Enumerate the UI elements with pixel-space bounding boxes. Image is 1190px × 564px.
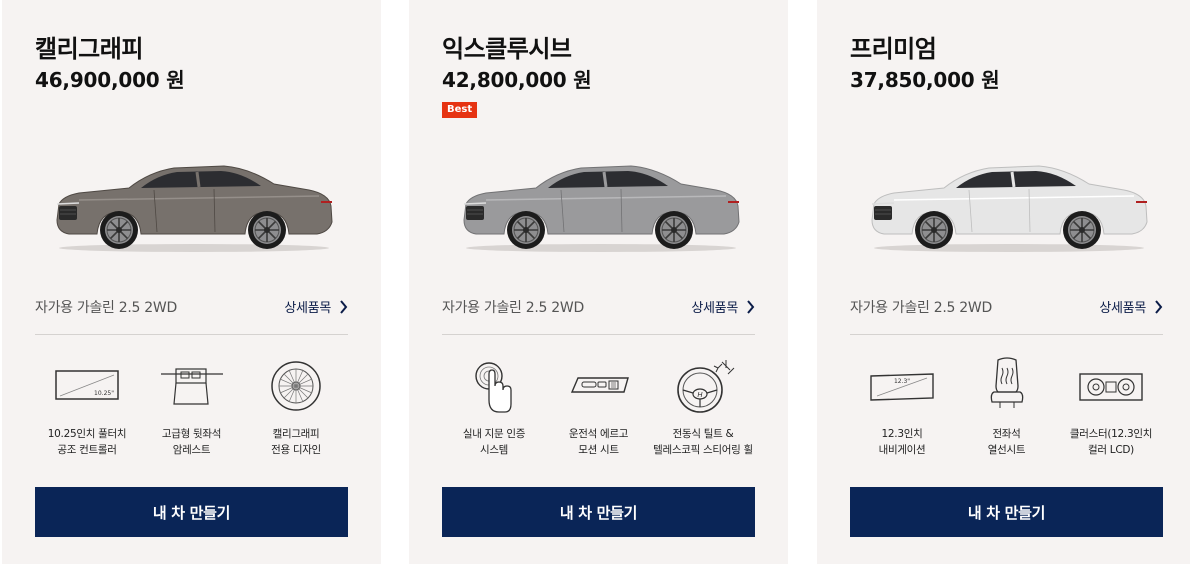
feature-label: 클러스터(12.3인치 컬러 LCD) [1069, 428, 1153, 456]
best-badge: Best [442, 102, 478, 118]
feature-label: 10.25인치 풀터치 공조 컨트롤러 [47, 428, 127, 456]
car-image [871, 165, 1148, 252]
feature-item: 운전석 에르고 모션 시트 [547, 356, 651, 466]
armrest-icon [160, 368, 223, 405]
trim-card: 캘리그래피 46,900,000 원 자가용 가솔린 2.5 2WD 상세품목 … [2, 0, 381, 564]
svg-text:H: H [697, 391, 703, 399]
trim-price: 42,800,000 원 [442, 68, 592, 92]
feature-item: 10.25" 10.25인치 풀터치 공조 컨트롤러 [35, 356, 139, 466]
navigation-screen-icon: 12.3" [870, 373, 934, 401]
feature-item: 전좌석 열선시트 [955, 356, 1059, 466]
detail-items-label: 상세품목 [284, 301, 331, 316]
divider [850, 334, 1163, 335]
engine-spec: 자가용 가솔린 2.5 2WD [442, 300, 584, 316]
trim-card: 프리미엄 37,850,000 원 자가용 가솔린 2.5 2WD 상세품목 1… [817, 0, 1190, 564]
feature-list: 10.25" 10.25인치 풀터치 공조 컨트롤러 고급형 뒷좌석 암레스트 [35, 356, 348, 466]
feature-item: H 전동식 틸트 & 텔레스코픽 스티어링 휠 [651, 356, 755, 466]
screen-size-text: 10.25" [94, 390, 114, 397]
build-my-car-button[interactable]: 내 차 만들기 [35, 487, 348, 537]
feature-label: 실내 지문 인증 시스템 [462, 428, 526, 456]
detail-items-link[interactable]: 상세품목 [691, 297, 755, 316]
detail-items-link[interactable]: 상세품목 [284, 297, 348, 316]
car-image [56, 165, 333, 252]
feature-label: 고급형 뒷좌석 암레스트 [161, 428, 222, 456]
feature-item: 고급형 뒷좌석 암레스트 [140, 356, 244, 466]
chevron-right-icon [340, 299, 348, 314]
feature-list: 12.3" 12.3인치 내비게이션 전좌석 열선시트 클러스터(12.3인치 … [850, 356, 1163, 466]
detail-items-label: 상세품목 [691, 301, 738, 316]
detail-items-link[interactable]: 상세품목 [1099, 297, 1163, 316]
steering-wheel-icon: H [677, 360, 735, 413]
seat-control-icon [570, 377, 629, 393]
cluster-icon [1079, 373, 1143, 401]
build-my-car-button[interactable]: 내 차 만들기 [442, 487, 755, 537]
engine-spec: 자가용 가솔린 2.5 2WD [35, 300, 177, 316]
engine-spec: 자가용 가솔린 2.5 2WD [850, 300, 992, 316]
trim-price: 46,900,000 원 [35, 68, 185, 92]
chevron-right-icon [1155, 299, 1163, 314]
feature-list: 실내 지문 인증 시스템 운전석 에르고 모션 시트 H 전동식 틸트 & 텔레… [442, 356, 755, 466]
divider [442, 334, 755, 335]
heated-seat-icon [990, 357, 1023, 408]
touchscreen-icon: 10.25" [55, 370, 119, 400]
wheel-icon [271, 361, 321, 411]
trim-name: 익스클루시브 [442, 35, 572, 63]
feature-label: 전동식 틸트 & 텔레스코픽 스티어링 휠 [653, 428, 753, 456]
car-image [463, 165, 740, 252]
build-my-car-button[interactable]: 내 차 만들기 [850, 487, 1163, 537]
feature-item: 클러스터(12.3인치 컬러 LCD) [1059, 356, 1163, 466]
feature-item: 12.3" 12.3인치 내비게이션 [850, 356, 954, 466]
feature-item: 실내 지문 인증 시스템 [442, 356, 546, 466]
feature-label: 캘리그래피 전용 디자인 [271, 428, 321, 456]
feature-item: 캘리그래피 전용 디자인 [244, 356, 348, 466]
trim-card: 익스클루시브 42,800,000 원 Best 자가용 가솔린 2.5 2WD… [409, 0, 788, 564]
feature-label: 12.3인치 내비게이션 [878, 428, 926, 456]
trim-name: 프리미엄 [850, 35, 937, 63]
trim-price: 37,850,000 원 [850, 68, 1000, 92]
divider [35, 334, 348, 335]
feature-label: 운전석 에르고 모션 시트 [568, 428, 629, 456]
screen-size-text: 12.3" [894, 378, 910, 385]
feature-label: 전좌석 열선시트 [987, 428, 1026, 456]
fingerprint-icon [475, 362, 512, 413]
detail-items-label: 상세품목 [1099, 301, 1146, 316]
trim-name: 캘리그래피 [35, 35, 143, 63]
chevron-right-icon [747, 299, 755, 314]
